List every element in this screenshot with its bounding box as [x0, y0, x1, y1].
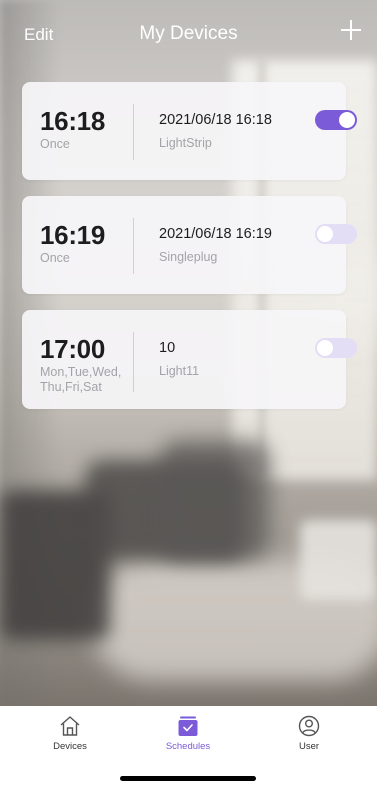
card-divider: [133, 332, 134, 392]
schedule-repeat: Once: [40, 137, 70, 151]
schedule-datetime: 2021/06/18 16:19: [159, 226, 272, 242]
schedule-repeat: Once: [40, 251, 70, 265]
top-bar: Edit My Devices: [0, 0, 377, 70]
tab-user-label: User: [298, 741, 320, 752]
schedule-device: Singleplug: [159, 250, 218, 264]
toggle-knob: [317, 340, 333, 356]
home-icon: [60, 716, 80, 736]
tab-devices[interactable]: Devices: [30, 714, 110, 752]
toggle-knob: [339, 112, 355, 128]
card-divider: [133, 218, 134, 274]
schedule-toggle[interactable]: [315, 224, 357, 244]
edit-button[interactable]: Edit: [24, 25, 53, 45]
tab-schedules[interactable]: Schedules: [148, 714, 228, 752]
schedule-device: LightStrip: [159, 136, 212, 150]
schedule-datetime: 2021/06/18 16:18: [159, 112, 272, 128]
card-divider: [133, 104, 134, 160]
schedule-time: 16:19: [40, 220, 105, 250]
tab-schedules-label: Schedules: [165, 741, 211, 752]
toggle-knob: [317, 226, 333, 242]
calendar-icon: [178, 716, 198, 736]
tab-user[interactable]: User: [269, 714, 349, 752]
schedule-toggle[interactable]: [315, 338, 357, 358]
schedule-card[interactable]: 17:00 Mon,Tue,Wed, Thu,Fri,Sat 10 Light1…: [22, 310, 357, 409]
user-icon: [298, 715, 320, 737]
add-button[interactable]: [339, 18, 363, 42]
schedule-toggle[interactable]: [315, 110, 357, 130]
schedule-datetime: 10: [159, 340, 176, 356]
schedule-time: 17:00: [40, 334, 105, 364]
schedule-card[interactable]: 16:18 Once 2021/06/18 16:18 LightStrip: [22, 82, 357, 180]
schedule-time: 16:18: [40, 106, 105, 136]
schedule-card[interactable]: 16:19 Once 2021/06/18 16:19 Singleplug: [22, 196, 357, 294]
schedule-device: Light11: [159, 364, 200, 378]
plus-icon: [341, 20, 361, 40]
page-title: My Devices: [139, 23, 238, 44]
tab-devices-label: Devices: [53, 741, 87, 752]
schedule-repeat: Mon,Tue,Wed, Thu,Fri,Sat: [40, 365, 122, 394]
home-indicator: [120, 776, 256, 781]
